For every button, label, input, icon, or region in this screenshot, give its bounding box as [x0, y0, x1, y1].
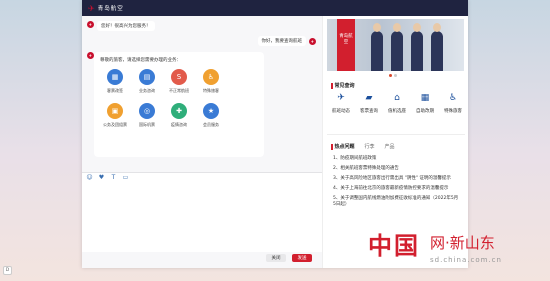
airline-logo-icon: ✈ — [88, 3, 95, 13]
help-button[interactable]: D — [3, 266, 12, 275]
hot-question-list: 1、防疫期间航班政策 2、相关航班客票特殊处理的通告 3、关于高风险地区旅客出行… — [333, 156, 461, 212]
hot-question-item[interactable]: 2、相关航班客票特殊处理的通告 — [333, 166, 461, 172]
title-bar: ✈ 青岛航空 — [82, 0, 468, 16]
service-item-ticket-change[interactable]: ▦ 客票改签 — [100, 69, 130, 94]
consult-icon: ▤ — [139, 69, 155, 85]
service-item-member[interactable]: ★ 会员服务 — [196, 103, 226, 128]
airline-logo-text: 青岛航空 — [97, 6, 124, 12]
service-menu-card: 尊敬的旅客，请选择您需要办理的业务： ▦ 客票改签 ▤ 业务咨询 S 不正常航班… — [94, 52, 264, 157]
common-query-header: 常见查询 — [331, 82, 355, 89]
bot-service-message: ✈ — [87, 52, 94, 59]
text-format-icon[interactable]: T — [110, 174, 117, 181]
section-accent — [331, 82, 333, 89]
banner-brand-text: 青岛航空 — [339, 34, 353, 45]
send-button[interactable]: 发送 — [292, 254, 312, 262]
flight-status-icon: ✈ — [337, 93, 345, 103]
heart-icon[interactable]: ♥ — [98, 174, 105, 181]
international-icon: ◎ — [139, 103, 155, 119]
common-query-title: 常见查询 — [334, 83, 355, 89]
service-label: 不正常航班 — [169, 88, 189, 93]
hot-question-tabs: 热点问题 行李 产品 — [331, 143, 395, 150]
service-label: 疫情咨询 — [171, 122, 187, 127]
emoji-icon[interactable]: ☺ — [86, 174, 93, 181]
user-message: 你好，我要查询航班 ✈ — [257, 36, 316, 46]
watermark-logo: 中国 — [368, 232, 420, 260]
greeting-text: 您好！很高兴为您服务！ — [97, 21, 155, 31]
flight-attendant-figure — [411, 23, 423, 71]
service-placeholder — [228, 69, 258, 94]
service-item-group-ticket[interactable]: ▣ 公务及团组票 — [100, 103, 130, 128]
service-item-consult[interactable]: ▤ 业务咨询 — [132, 69, 162, 94]
reschedule-icon: ▦ — [420, 93, 430, 103]
ticket-icon: ▦ — [107, 69, 123, 85]
service-label: 公务及团组票 — [103, 122, 127, 127]
site-watermark: 中国 网·新山东 sd.china.com.cn — [368, 226, 543, 276]
service-grid: ▦ 客票改签 ▤ 业务咨询 S 不正常航班 ♿ 特殊旅客 ▣ 公务及团组票 ◎ … — [100, 69, 258, 128]
image-icon[interactable]: ▭ — [122, 174, 129, 181]
service-item-special-passenger[interactable]: ♿ 特殊旅客 — [196, 69, 226, 94]
common-label: 航班动态 — [332, 109, 350, 114]
tab-luggage[interactable]: 行李 — [365, 143, 375, 150]
message-input[interactable] — [82, 182, 322, 252]
common-item-ticket-query[interactable]: ▰ 客票查询 — [357, 93, 381, 114]
section-accent — [331, 143, 333, 150]
service-label: 客票改签 — [107, 88, 123, 93]
input-toolbar: ☺ ♥ T ▭ — [82, 172, 322, 182]
hot-question-item[interactable]: 3、关于高风险地区旅客出行需出具 "阴性" 证明的温馨提示 — [333, 176, 461, 182]
hot-question-title: 热点问题 — [334, 144, 355, 150]
service-label: 会员服务 — [203, 122, 219, 127]
special-passenger-icon: ♿ — [448, 93, 458, 103]
flight-attendant-figure — [431, 23, 443, 71]
bot-avatar-2: ✈ — [87, 52, 94, 59]
close-button[interactable]: 关闭 — [266, 254, 286, 262]
group-ticket-icon: ▣ — [107, 103, 123, 119]
carousel-dots — [389, 74, 397, 77]
service-item-epidemic[interactable]: ✚ 疫情咨询 — [164, 103, 194, 128]
common-item-special-passenger[interactable]: ♿ 特殊旅客 — [441, 93, 465, 114]
watermark-url: sd.china.com.cn — [430, 256, 502, 264]
common-query-list: ✈ 航班动态 ▰ 客票查询 ⌂ 值机选座 ▦ 自助改期 ♿ 特殊旅客 — [329, 93, 465, 114]
service-item-irregular-flight[interactable]: S 不正常航班 — [164, 69, 194, 94]
common-label: 客票查询 — [360, 109, 378, 114]
service-prompt: 尊敬的旅客，请选择您需要办理的业务： — [100, 58, 181, 63]
common-label: 特殊旅客 — [444, 109, 462, 114]
service-label: 国际机票 — [139, 122, 155, 127]
bot-avatar: ✈ — [87, 21, 94, 28]
service-item-international[interactable]: ◎ 国际机票 — [132, 103, 162, 128]
promo-banner[interactable]: 青岛航空 — [327, 19, 464, 71]
flight-attendant-figure — [391, 23, 403, 71]
service-label: 特殊旅客 — [203, 88, 219, 93]
flight-attendant-figure — [371, 23, 383, 71]
epidemic-icon: ✚ — [171, 103, 187, 119]
user-message-text: 你好，我要查询航班 — [257, 36, 306, 46]
common-item-seat[interactable]: ⌂ 值机选座 — [385, 93, 409, 114]
flight-irregular-icon: S — [171, 69, 187, 85]
hot-question-header[interactable]: 热点问题 — [331, 143, 355, 150]
common-item-reschedule[interactable]: ▦ 自助改期 — [413, 93, 437, 114]
common-item-flight-status[interactable]: ✈ 航班动态 — [329, 93, 353, 114]
common-label: 值机选座 — [388, 109, 406, 114]
ticket-query-icon: ▰ — [365, 93, 373, 103]
carousel-dot[interactable] — [389, 74, 392, 77]
common-label: 自助改期 — [416, 109, 434, 114]
user-avatar: ✈ — [309, 37, 316, 45]
hot-question-item[interactable]: 1、防疫期间航班政策 — [333, 156, 461, 162]
hot-question-item[interactable]: 4、关于上海前往北京的旅客最新疫情防控要求的温馨提示 — [333, 186, 461, 192]
hot-question-item[interactable]: 5、关于调整国内航线燃油附加费征收标准的通知（2022年5月5日起） — [333, 196, 461, 208]
service-label: 业务咨询 — [139, 88, 155, 93]
special-passenger-icon: ♿ — [203, 69, 219, 85]
member-icon: ★ — [203, 103, 219, 119]
section-divider — [327, 134, 465, 135]
seat-icon: ⌂ — [394, 93, 400, 103]
watermark-site-name: 网·新山东 — [430, 234, 495, 252]
tab-products[interactable]: 产品 — [385, 143, 395, 150]
carousel-dot[interactable] — [394, 74, 397, 77]
bot-greeting-message: ✈ 您好！很高兴为您服务！ — [87, 21, 155, 31]
